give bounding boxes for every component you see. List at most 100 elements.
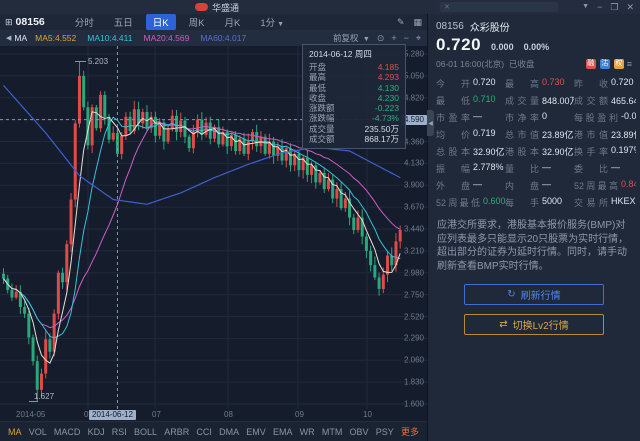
quote-field: 量比— xyxy=(505,162,574,175)
close-button[interactable]: ✕ xyxy=(626,2,634,12)
indicator-tab-EMA[interactable]: EMA xyxy=(273,427,293,437)
quote-field: 每股盈利-0.054 xyxy=(574,111,636,124)
indicator-tab-PSY[interactable]: PSY xyxy=(376,427,394,437)
x-axis: 2014-0506070809102014-06-12 xyxy=(0,409,427,421)
zoom-in-icon[interactable]: + xyxy=(391,33,396,43)
tooltip-row: 收盘4.230 xyxy=(309,93,399,103)
tab-daily-k[interactable]: 日K xyxy=(146,14,176,30)
price-change-pct: 0.00% xyxy=(524,42,550,52)
ma5-value: MA5:4.552 xyxy=(35,33,76,43)
add-watchlist-icon[interactable]: ⊞ xyxy=(5,17,13,28)
tab-minute-dropdown[interactable]: 1分▼ xyxy=(253,14,291,30)
indicator-tab-MA[interactable]: MA xyxy=(8,427,22,437)
titlebar: 华盛通 ✕ ▼ − ❐ ✕ xyxy=(0,0,640,14)
x-axis-label: 08 xyxy=(224,410,233,419)
quote-field: 52周最低0.600 xyxy=(436,196,505,209)
indicator-tab-DMA[interactable]: DMA xyxy=(219,427,239,437)
chevron-down-icon: ▼ xyxy=(363,36,370,43)
restore-button[interactable]: ❐ xyxy=(610,2,618,12)
quote-field: 52周最高0.840 xyxy=(574,179,636,192)
tab-5day[interactable]: 五日 xyxy=(107,14,140,30)
panel-collapse-handle[interactable]: ◀ xyxy=(427,110,434,136)
indicator-tab-RSI[interactable]: RSI xyxy=(112,427,127,437)
titlebar-brand: 华盛通 xyxy=(0,0,434,14)
indicator-tab-更多[interactable]: 更多 xyxy=(401,425,419,438)
draw-tool-icon[interactable]: ✎ xyxy=(397,17,405,28)
stock-badges: 融沽权 xyxy=(586,59,624,69)
y-axis-label: 4.360 xyxy=(404,137,424,146)
tooltip-row: 最高4.293 xyxy=(309,72,399,82)
indicator-toggle-icon[interactable]: ⊙ xyxy=(377,33,385,44)
y-axis-label: 5.280 xyxy=(404,50,424,59)
collapse-left-icon[interactable]: ◀ xyxy=(6,34,11,42)
tooltip-date: 2014-06-12 周四 xyxy=(309,48,399,60)
y-axis-label: 2.980 xyxy=(404,268,424,277)
indicator-tab-bar: MA VOL MACD KDJ RSI BOLL ARBR CCI DMA EMV EMA WR MTM… xyxy=(0,421,427,441)
y-axis-label: 1.600 xyxy=(404,400,424,409)
quote-time: 06-01 16:00(北京) xyxy=(436,58,504,70)
quote-field: 交易所HKEX xyxy=(574,196,636,209)
quote-field: 振幅2.778% xyxy=(436,162,505,175)
refresh-icon: ↻ xyxy=(507,289,515,300)
y-axis-label: 5.050 xyxy=(404,71,424,80)
indicator-tab-BOLL[interactable]: BOLL xyxy=(134,427,157,437)
tooltip-row: 最低4.130 xyxy=(309,83,399,93)
restore-view-icon[interactable]: ⌖ xyxy=(416,33,421,44)
candlestick-chart[interactable]: 5.2805.0504.8204.5904.3604.1303.9003.670… xyxy=(0,46,427,409)
period-low-label: 1.627 xyxy=(34,392,54,401)
quote-field: 最高0.730 xyxy=(505,77,574,90)
y-axis-label: 2.060 xyxy=(404,356,424,365)
indicator-tab-MACD[interactable]: MACD xyxy=(54,427,81,437)
tab-monthly-k[interactable]: 月K xyxy=(217,14,247,30)
tab-weekly-k[interactable]: 周K xyxy=(182,14,212,30)
zoom-out-icon[interactable]: − xyxy=(404,33,409,43)
chevron-down-icon: ▼ xyxy=(277,21,284,28)
ma20-value: MA20:4.569 xyxy=(143,33,189,43)
stock-code: 08156 xyxy=(436,21,464,32)
stock-badge: 权 xyxy=(614,59,624,69)
indicator-tab-ARBR[interactable]: ARBR xyxy=(164,427,189,437)
refresh-quotes-button[interactable]: ↻ 刷新行情 xyxy=(464,284,604,305)
crosshair-date-badge: 2014-06-12 xyxy=(89,410,136,420)
quote-grid: 今开0.720最高0.730昨收0.720最低0.710成交量848.00万成交… xyxy=(428,70,640,209)
indicator-tab-CCI[interactable]: CCI xyxy=(196,427,212,437)
last-price: 0.720 xyxy=(436,35,481,55)
adjust-mode-dropdown[interactable]: 前复权 ▼ xyxy=(333,32,370,44)
quote-field: 换手率0.197% xyxy=(574,145,636,158)
tab-fenshi[interactable]: 分时 xyxy=(68,14,101,30)
quote-panel: ◀ 08156 众彩股份 0.720 0.000 0.00% 06-01 16:… xyxy=(428,14,640,441)
chart-panel: ⊞ 08156 分时 五日 日K 周K 月K 1分▼ ✎ ▦ ◀ MA MA5:… xyxy=(0,14,428,441)
market-session-status: 已收盘 xyxy=(509,58,535,70)
minimize-button[interactable]: − xyxy=(597,2,602,12)
stock-badge: 融 xyxy=(586,59,596,69)
minute-tab-label: 1分 xyxy=(260,18,275,29)
filter-icon[interactable]: ▼ xyxy=(582,2,589,12)
y-axis-label: 2.520 xyxy=(404,312,424,321)
layout-grid-icon[interactable]: ▦ xyxy=(413,17,422,28)
tooltip-row: 涨跌额-0.223 xyxy=(309,103,399,113)
indicator-tab-EMV[interactable]: EMV xyxy=(246,427,266,437)
indicator-tab-OBV[interactable]: OBV xyxy=(350,427,369,437)
indicator-tab-VOL[interactable]: VOL xyxy=(29,427,47,437)
tooltip-row: 成交量235.50万 xyxy=(309,124,399,134)
search-input[interactable]: ✕ xyxy=(440,2,558,12)
x-axis-label: 07 xyxy=(152,410,161,419)
indicator-tab-WR[interactable]: WR xyxy=(300,427,315,437)
y-axis-label: 4.820 xyxy=(404,93,424,102)
switch-lv2-button[interactable]: ⇄ 切换Lv2行情 xyxy=(464,314,604,335)
stock-name: 众彩股份 xyxy=(470,19,510,34)
indicator-tab-MTM[interactable]: MTM xyxy=(322,427,343,437)
quote-field: 总股本32.90亿 xyxy=(436,145,505,158)
tooltip-row: 成交额868.17万 xyxy=(309,134,399,144)
quote-field: 港市值23.89亿 xyxy=(574,128,636,141)
indicator-tab-KDJ[interactable]: KDJ xyxy=(88,427,105,437)
search-clear-icon[interactable]: ✕ xyxy=(444,3,450,11)
quote-field: 港股本32.90亿 xyxy=(505,145,574,158)
period-high-label: 5.203 xyxy=(88,57,108,66)
y-axis-label: 2.290 xyxy=(404,334,424,343)
menu-icon[interactable]: ≡ xyxy=(627,59,632,69)
y-axis-label: 4.130 xyxy=(404,159,424,168)
y-axis-label: 3.440 xyxy=(404,225,424,234)
panel-titlebar: ✕ ▼ − ❐ ✕ xyxy=(434,0,640,14)
price-change: 0.000 xyxy=(491,42,514,52)
